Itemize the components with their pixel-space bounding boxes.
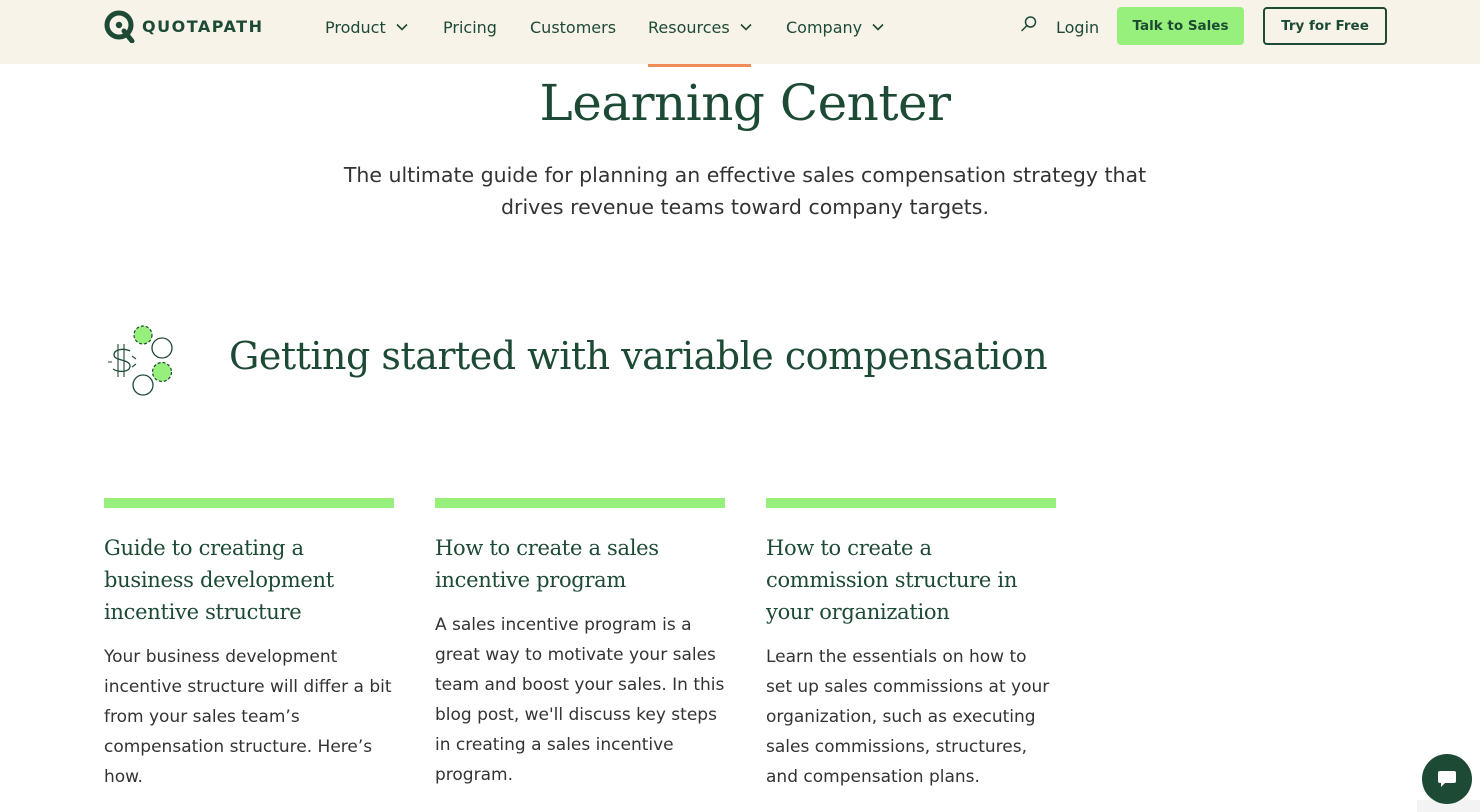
- article-card: How to create a commission structure in …: [766, 498, 1056, 792]
- login-label: Login: [1056, 17, 1100, 37]
- page-subtitle: The ultimate guide for planning an effec…: [343, 163, 1147, 219]
- section-title: Getting started with variable compensati…: [229, 334, 1048, 378]
- chat-launcher-button[interactable]: [1422, 754, 1472, 804]
- login-link[interactable]: Login: [1056, 16, 1099, 38]
- nav-item-label: Resources: [648, 17, 730, 37]
- card-accent-bar: [104, 498, 394, 508]
- logo-wordmark: QUOTAPATH: [142, 16, 264, 36]
- nav-item-label: Pricing: [443, 17, 497, 37]
- card-description: Learn the essentials on how to set up sa…: [766, 647, 1050, 787]
- article-card: How to create a sales incentive program …: [435, 498, 725, 790]
- try-for-free-button[interactable]: Try for Free: [1263, 7, 1387, 45]
- talk-to-sales-button[interactable]: Talk to Sales: [1117, 7, 1244, 45]
- article-card: Guide to creating a business development…: [104, 498, 394, 792]
- quotapath-logo-icon: [104, 10, 135, 43]
- nav-item-resources[interactable]: Resources: [648, 16, 752, 38]
- nav-item-customers[interactable]: Customers: [530, 16, 616, 38]
- nav-item-label: Company: [786, 17, 863, 37]
- compensation-coins-icon: [108, 325, 173, 396]
- card-description: A sales incentive program is a great way…: [435, 615, 725, 785]
- card-accent-bar: [766, 498, 1056, 508]
- card-description: Your business development incentive stru…: [104, 647, 392, 787]
- card-accent-bar: [435, 498, 725, 508]
- search-icon[interactable]: [1020, 15, 1038, 33]
- card-title-link[interactable]: Guide to creating a business development…: [104, 532, 394, 628]
- nav-item-company[interactable]: Company: [786, 16, 884, 38]
- nav-item-label: Product: [325, 17, 386, 37]
- nav-item-label: Customers: [530, 17, 617, 37]
- card-title-link[interactable]: How to create a commission structure in …: [766, 532, 1056, 628]
- chat-icon: [1438, 771, 1456, 787]
- card-title-link[interactable]: How to create a sales incentive program: [435, 532, 725, 596]
- nav-item-product[interactable]: Product: [325, 16, 408, 38]
- active-nav-underline: [648, 64, 751, 67]
- chevron-down-icon: [872, 23, 884, 31]
- quotapath-logo[interactable]: QUOTAPATH: [104, 9, 263, 43]
- nav-item-pricing[interactable]: Pricing: [443, 16, 497, 38]
- top-navigation: QUOTAPATH Product Pricing Customers Reso…: [0, 0, 1480, 64]
- page-title: Learning Center: [539, 74, 951, 132]
- chevron-down-icon: [396, 23, 408, 31]
- chevron-down-icon: [740, 23, 752, 31]
